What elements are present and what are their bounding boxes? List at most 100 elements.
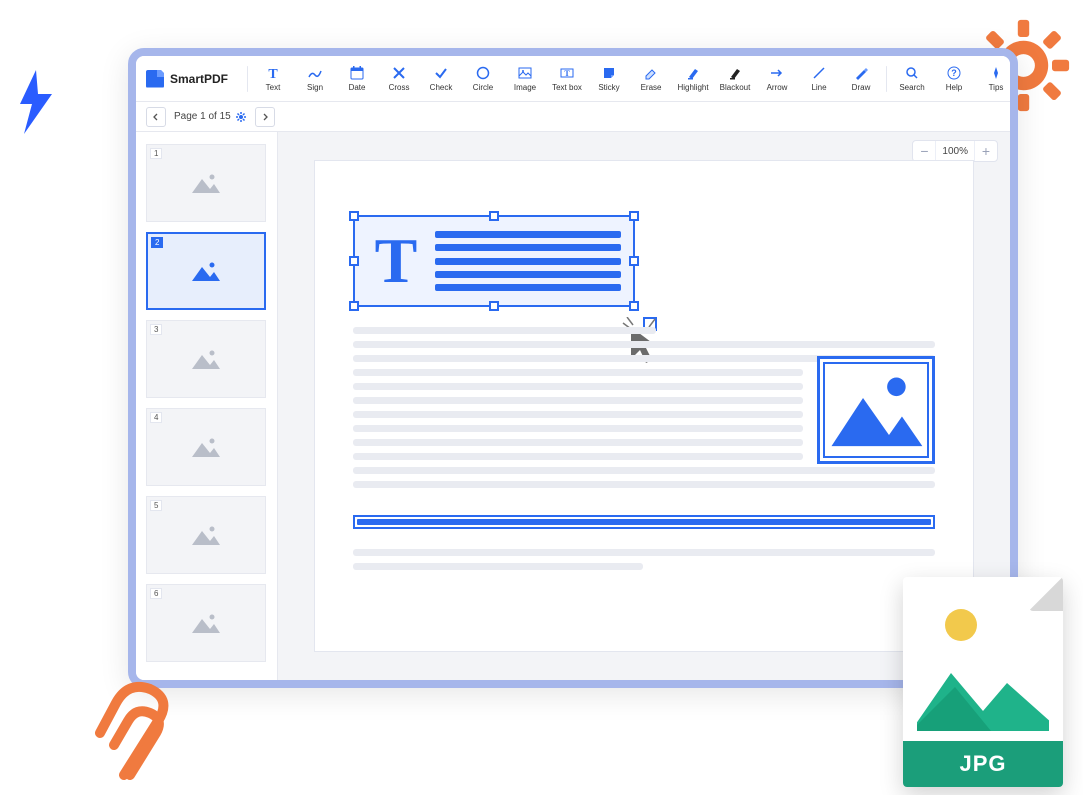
image-placeholder-icon (820, 359, 932, 461)
text-line (353, 563, 643, 570)
resize-handle[interactable] (489, 211, 499, 221)
dropcap-t: T (365, 227, 427, 295)
tool-blackout[interactable]: Blackout (715, 60, 755, 98)
resize-handle[interactable] (489, 301, 499, 311)
line-icon (811, 65, 827, 81)
document-page[interactable]: T (314, 160, 974, 652)
resize-handle[interactable] (629, 256, 639, 266)
thumbnail-3[interactable]: 3 (146, 320, 266, 398)
text-icon: T (265, 65, 281, 81)
tips-icon (988, 65, 1004, 81)
tool-label: Draw (852, 83, 871, 92)
tool-label: Text (266, 83, 281, 92)
thumbnail-sidebar: 1 2 3 4 5 (136, 132, 278, 680)
tool-arrow[interactable]: Arrow (757, 60, 797, 98)
tool-draw[interactable]: Draw (841, 60, 881, 98)
draw-icon (853, 65, 869, 81)
file-ext-label: JPG (903, 741, 1063, 787)
zoom-out-button[interactable]: − (913, 140, 935, 162)
tool-label: Search (899, 83, 924, 92)
tool-label: Arrow (767, 83, 788, 92)
placeholder-icon (147, 145, 265, 221)
tool-help[interactable]: ? Help (934, 60, 974, 98)
tool-cross[interactable]: Cross (379, 60, 419, 98)
tool-label: Line (811, 83, 826, 92)
resize-handle[interactable] (629, 301, 639, 311)
resize-handle[interactable] (349, 301, 359, 311)
tool-circle[interactable]: Circle (463, 60, 503, 98)
lightning-decoration (6, 68, 64, 138)
tool-label: Circle (473, 83, 493, 92)
zoom-control: − 100% + (912, 140, 998, 162)
sun-icon (945, 609, 977, 641)
thumbnail-5[interactable]: 5 (146, 496, 266, 574)
thumbnail-4[interactable]: 4 (146, 408, 266, 486)
zoom-value: 100% (935, 141, 975, 161)
cross-icon (391, 65, 407, 81)
tool-sticky[interactable]: Sticky (589, 60, 629, 98)
tool-image[interactable]: Image (505, 60, 545, 98)
tool-label: Blackout (720, 83, 751, 92)
app-window: SmartPDF T Text Sign Date Cro (128, 48, 1018, 688)
page-indicator: Page 1 of 15 (174, 111, 247, 123)
gear-icon[interactable] (235, 111, 247, 123)
text-line (353, 549, 935, 556)
selected-bar[interactable] (353, 515, 935, 529)
svg-text:T: T (564, 69, 570, 78)
pager: Page 1 of 15 (146, 107, 275, 127)
tool-sign[interactable]: Sign (295, 60, 335, 98)
chevron-right-icon (260, 112, 270, 122)
hills-icon (917, 653, 1049, 731)
highlight-icon (685, 65, 701, 81)
chevron-left-icon (151, 112, 161, 122)
text-lines (435, 231, 621, 291)
tool-label: Cross (389, 83, 410, 92)
jpg-file-badge: JPG (903, 577, 1063, 787)
tool-textbox[interactable]: T Text box (547, 60, 587, 98)
tool-label: Sign (307, 83, 323, 92)
toolbar: SmartPDF T Text Sign Date Cro (136, 56, 1010, 102)
tool-check[interactable]: Check (421, 60, 461, 98)
tool-line[interactable]: Line (799, 60, 839, 98)
check-icon (433, 65, 449, 81)
textbox-icon: T (559, 65, 575, 81)
blackout-icon (727, 65, 743, 81)
text-line (353, 453, 803, 460)
canvas-area[interactable]: − 100% + T (278, 132, 1010, 680)
page-next-button[interactable] (255, 107, 275, 127)
thumbnail-1[interactable]: 1 (146, 144, 266, 222)
sticky-icon (601, 65, 617, 81)
text-line (353, 397, 803, 404)
placeholder-icon (147, 409, 265, 485)
resize-handle[interactable] (349, 256, 359, 266)
circle-icon (475, 65, 491, 81)
thumbnail-2[interactable]: 2 (146, 232, 266, 310)
brand: SmartPDF (146, 70, 228, 88)
resize-handle[interactable] (629, 211, 639, 221)
arrow-icon (769, 65, 785, 81)
resize-handle[interactable] (349, 211, 359, 221)
tool-tips[interactable]: Tips (976, 60, 1016, 98)
text-line (353, 439, 803, 446)
tool-label: Check (430, 83, 453, 92)
tool-erase[interactable]: Erase (631, 60, 671, 98)
paperclip-decoration (86, 673, 176, 783)
thumbnail-6[interactable]: 6 (146, 584, 266, 662)
selected-image-box[interactable] (817, 356, 935, 464)
tool-search[interactable]: Search (892, 60, 932, 98)
tool-label: Erase (641, 83, 662, 92)
page-prev-button[interactable] (146, 107, 166, 127)
zoom-in-button[interactable]: + (975, 140, 997, 162)
svg-text:T: T (268, 67, 278, 81)
svg-text:?: ? (951, 68, 957, 78)
tool-highlight[interactable]: Highlight (673, 60, 713, 98)
tool-text[interactable]: T Text (253, 60, 293, 98)
text-line (353, 411, 803, 418)
placeholder-icon (147, 585, 265, 661)
text-line (353, 383, 803, 390)
erase-icon (643, 65, 659, 81)
tool-date[interactable]: Date (337, 60, 377, 98)
text-line (353, 467, 935, 474)
text-line (353, 481, 935, 488)
selected-text-box[interactable]: T (353, 215, 635, 307)
